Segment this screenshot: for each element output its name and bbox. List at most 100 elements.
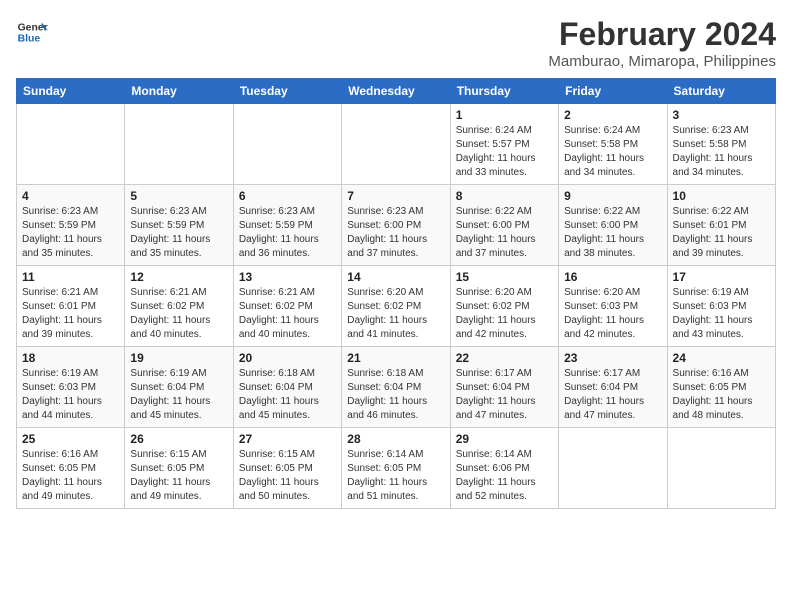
day-info: Sunrise: 6:22 AM Sunset: 6:00 PM Dayligh… xyxy=(456,205,553,261)
weekday-header-saturday: Saturday xyxy=(667,79,775,104)
calendar-table: SundayMondayTuesdayWednesdayThursdayFrid… xyxy=(16,78,776,509)
day-number: 4 xyxy=(22,189,119,203)
day-number: 19 xyxy=(130,351,227,365)
day-info: Sunrise: 6:18 AM Sunset: 6:04 PM Dayligh… xyxy=(347,367,444,423)
calendar-week-3: 11 Sunrise: 6:21 AM Sunset: 6:01 PM Dayli… xyxy=(17,266,776,347)
weekday-header-monday: Monday xyxy=(125,79,233,104)
calendar-cell: 11 Sunrise: 6:21 AM Sunset: 6:01 PM Dayli… xyxy=(17,266,125,347)
day-number: 18 xyxy=(22,351,119,365)
calendar-cell: 8 Sunrise: 6:22 AM Sunset: 6:00 PM Daylig… xyxy=(450,185,558,266)
day-number: 20 xyxy=(239,351,336,365)
day-info: Sunrise: 6:19 AM Sunset: 6:04 PM Dayligh… xyxy=(130,367,227,423)
calendar-cell: 22 Sunrise: 6:17 AM Sunset: 6:04 PM Dayli… xyxy=(450,347,558,428)
day-info: Sunrise: 6:23 AM Sunset: 5:59 PM Dayligh… xyxy=(239,205,336,261)
header: General Blue February 2024 Mamburao, Mim… xyxy=(16,16,776,70)
day-info: Sunrise: 6:23 AM Sunset: 6:00 PM Dayligh… xyxy=(347,205,444,261)
logo: General Blue xyxy=(16,16,48,48)
day-number: 10 xyxy=(673,189,770,203)
day-info: Sunrise: 6:18 AM Sunset: 6:04 PM Dayligh… xyxy=(239,367,336,423)
day-info: Sunrise: 6:24 AM Sunset: 5:58 PM Dayligh… xyxy=(564,124,661,180)
day-info: Sunrise: 6:14 AM Sunset: 6:06 PM Dayligh… xyxy=(456,448,553,504)
day-number: 21 xyxy=(347,351,444,365)
weekday-header-thursday: Thursday xyxy=(450,79,558,104)
calendar-cell: 2 Sunrise: 6:24 AM Sunset: 5:58 PM Daylig… xyxy=(559,104,667,185)
day-number: 8 xyxy=(456,189,553,203)
day-info: Sunrise: 6:20 AM Sunset: 6:02 PM Dayligh… xyxy=(456,286,553,342)
day-number: 2 xyxy=(564,108,661,122)
day-number: 1 xyxy=(456,108,553,122)
day-number: 26 xyxy=(130,432,227,446)
title-section: February 2024 Mamburao, Mimaropa, Philip… xyxy=(548,16,776,70)
calendar-cell xyxy=(125,104,233,185)
day-number: 29 xyxy=(456,432,553,446)
day-number: 25 xyxy=(22,432,119,446)
weekday-header-wednesday: Wednesday xyxy=(342,79,450,104)
calendar-cell xyxy=(17,104,125,185)
calendar-cell: 16 Sunrise: 6:20 AM Sunset: 6:03 PM Dayli… xyxy=(559,266,667,347)
calendar-cell: 4Sunrise: 6:23 AM Sunset: 5:59 PM Daylig… xyxy=(17,185,125,266)
calendar-week-1: 1 Sunrise: 6:24 AM Sunset: 5:57 PM Daylig… xyxy=(17,104,776,185)
day-number: 15 xyxy=(456,270,553,284)
calendar-cell: 28 Sunrise: 6:14 AM Sunset: 6:05 PM Dayli… xyxy=(342,428,450,509)
day-info: Sunrise: 6:16 AM Sunset: 6:05 PM Dayligh… xyxy=(673,367,770,423)
calendar-cell: 25 Sunrise: 6:16 AM Sunset: 6:05 PM Dayli… xyxy=(17,428,125,509)
day-number: 23 xyxy=(564,351,661,365)
day-number: 16 xyxy=(564,270,661,284)
day-info: Sunrise: 6:24 AM Sunset: 5:57 PM Dayligh… xyxy=(456,124,553,180)
day-info: Sunrise: 6:15 AM Sunset: 6:05 PM Dayligh… xyxy=(239,448,336,504)
day-number: 11 xyxy=(22,270,119,284)
calendar-cell: 29 Sunrise: 6:14 AM Sunset: 6:06 PM Dayli… xyxy=(450,428,558,509)
weekday-header-tuesday: Tuesday xyxy=(233,79,341,104)
day-number: 17 xyxy=(673,270,770,284)
calendar-cell: 5 Sunrise: 6:23 AM Sunset: 5:59 PM Daylig… xyxy=(125,185,233,266)
calendar-cell: 18Sunrise: 6:19 AM Sunset: 6:03 PM Dayli… xyxy=(17,347,125,428)
day-number: 28 xyxy=(347,432,444,446)
calendar-cell: 1 Sunrise: 6:24 AM Sunset: 5:57 PM Daylig… xyxy=(450,104,558,185)
day-info: Sunrise: 6:15 AM Sunset: 6:05 PM Dayligh… xyxy=(130,448,227,504)
day-info: Sunrise: 6:19 AM Sunset: 6:03 PM Dayligh… xyxy=(673,286,770,342)
day-info: Sunrise: 6:20 AM Sunset: 6:03 PM Dayligh… xyxy=(564,286,661,342)
calendar-cell: 23 Sunrise: 6:17 AM Sunset: 6:04 PM Dayli… xyxy=(559,347,667,428)
logo-icon: General Blue xyxy=(16,16,48,48)
calendar-cell xyxy=(342,104,450,185)
day-number: 22 xyxy=(456,351,553,365)
day-info: Sunrise: 6:14 AM Sunset: 6:05 PM Dayligh… xyxy=(347,448,444,504)
calendar-cell: 21 Sunrise: 6:18 AM Sunset: 6:04 PM Dayli… xyxy=(342,347,450,428)
weekday-header-sunday: Sunday xyxy=(17,79,125,104)
calendar-cell: 17 Sunrise: 6:19 AM Sunset: 6:03 PM Dayli… xyxy=(667,266,775,347)
calendar-cell: 6Sunrise: 6:23 AM Sunset: 5:59 PM Daylig… xyxy=(233,185,341,266)
calendar-cell xyxy=(233,104,341,185)
day-number: 5 xyxy=(130,189,227,203)
day-info: Sunrise: 6:16 AM Sunset: 6:05 PM Dayligh… xyxy=(22,448,119,504)
day-number: 12 xyxy=(130,270,227,284)
calendar-cell: 26 Sunrise: 6:15 AM Sunset: 6:05 PM Dayli… xyxy=(125,428,233,509)
day-number: 13 xyxy=(239,270,336,284)
day-number: 27 xyxy=(239,432,336,446)
day-info: Sunrise: 6:23 AM Sunset: 5:59 PM Dayligh… xyxy=(130,205,227,261)
calendar-cell xyxy=(559,428,667,509)
calendar-cell: 12Sunrise: 6:21 AM Sunset: 6:02 PM Dayli… xyxy=(125,266,233,347)
calendar-cell xyxy=(667,428,775,509)
calendar-cell: 10 Sunrise: 6:22 AM Sunset: 6:01 PM Dayli… xyxy=(667,185,775,266)
calendar-cell: 19 Sunrise: 6:19 AM Sunset: 6:04 PM Dayli… xyxy=(125,347,233,428)
calendar-week-4: 18Sunrise: 6:19 AM Sunset: 6:03 PM Dayli… xyxy=(17,347,776,428)
calendar-week-2: 4 Sunrise: 6:23 AM Sunset: 5:59 PM Daylig… xyxy=(17,185,776,266)
calendar-body: 1 Sunrise: 6:24 AM Sunset: 5:57 PM Daylig… xyxy=(17,104,776,509)
month-year: February 2024 xyxy=(548,16,776,53)
day-info: Sunrise: 6:17 AM Sunset: 6:04 PM Dayligh… xyxy=(456,367,553,423)
day-number: 24 xyxy=(673,351,770,365)
svg-text:Blue: Blue xyxy=(18,34,41,45)
calendar-cell: 27 Sunrise: 6:15 AM Sunset: 6:05 PM Dayli… xyxy=(233,428,341,509)
day-info: Sunrise: 6:21 AM Sunset: 6:01 PM Dayligh… xyxy=(22,286,119,342)
calendar-cell: 7 Sunrise: 6:23 AM Sunset: 6:00 PM Daylig… xyxy=(342,185,450,266)
calendar-cell: 3Sunrise: 6:23 AM Sunset: 5:58 PM Daylig… xyxy=(667,104,775,185)
day-info: Sunrise: 6:20 AM Sunset: 6:02 PM Dayligh… xyxy=(347,286,444,342)
weekday-header-row: SundayMondayTuesdayWednesdayThursdayFrid… xyxy=(17,79,776,104)
day-info: Sunrise: 6:21 AM Sunset: 6:02 PM Dayligh… xyxy=(239,286,336,342)
weekday-header-friday: Friday xyxy=(559,79,667,104)
day-number: 7 xyxy=(347,189,444,203)
day-info: Sunrise: 6:22 AM Sunset: 6:01 PM Dayligh… xyxy=(673,205,770,261)
calendar-cell: 14Sunrise: 6:20 AM Sunset: 6:02 PM Dayli… xyxy=(342,266,450,347)
day-info: Sunrise: 6:22 AM Sunset: 6:00 PM Dayligh… xyxy=(564,205,661,261)
day-info: Sunrise: 6:17 AM Sunset: 6:04 PM Dayligh… xyxy=(564,367,661,423)
